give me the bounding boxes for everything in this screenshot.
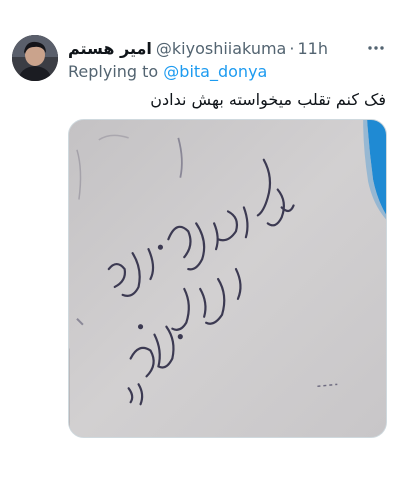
display-name[interactable]: امیر هستم <box>68 39 152 58</box>
avatar[interactable] <box>12 35 58 81</box>
tweet-text: فک کنم تقلب میخواسته بهش ندادن <box>150 90 386 109</box>
photo-of-handwriting <box>69 120 386 437</box>
time-separator: · <box>289 38 295 58</box>
replying-to-label: Replying to <box>68 62 159 81</box>
tweet-photo[interactable] <box>68 119 387 438</box>
replying-to: Replying to @bita_donya <box>68 62 267 81</box>
user-avatar-icon <box>12 35 58 81</box>
mention-link[interactable]: @bita_donya <box>163 62 267 81</box>
more-horizontal-icon <box>368 46 384 50</box>
tweet[interactable]: امیر هستم @kiyoshiiakuma · 11h Replying … <box>0 0 400 500</box>
more-options-button[interactable] <box>364 38 388 58</box>
tweet-header: امیر هستم @kiyoshiiakuma · 11h <box>68 37 358 59</box>
timestamp[interactable]: 11h <box>297 39 328 58</box>
user-handle[interactable]: @kiyoshiiakuma <box>156 39 286 58</box>
